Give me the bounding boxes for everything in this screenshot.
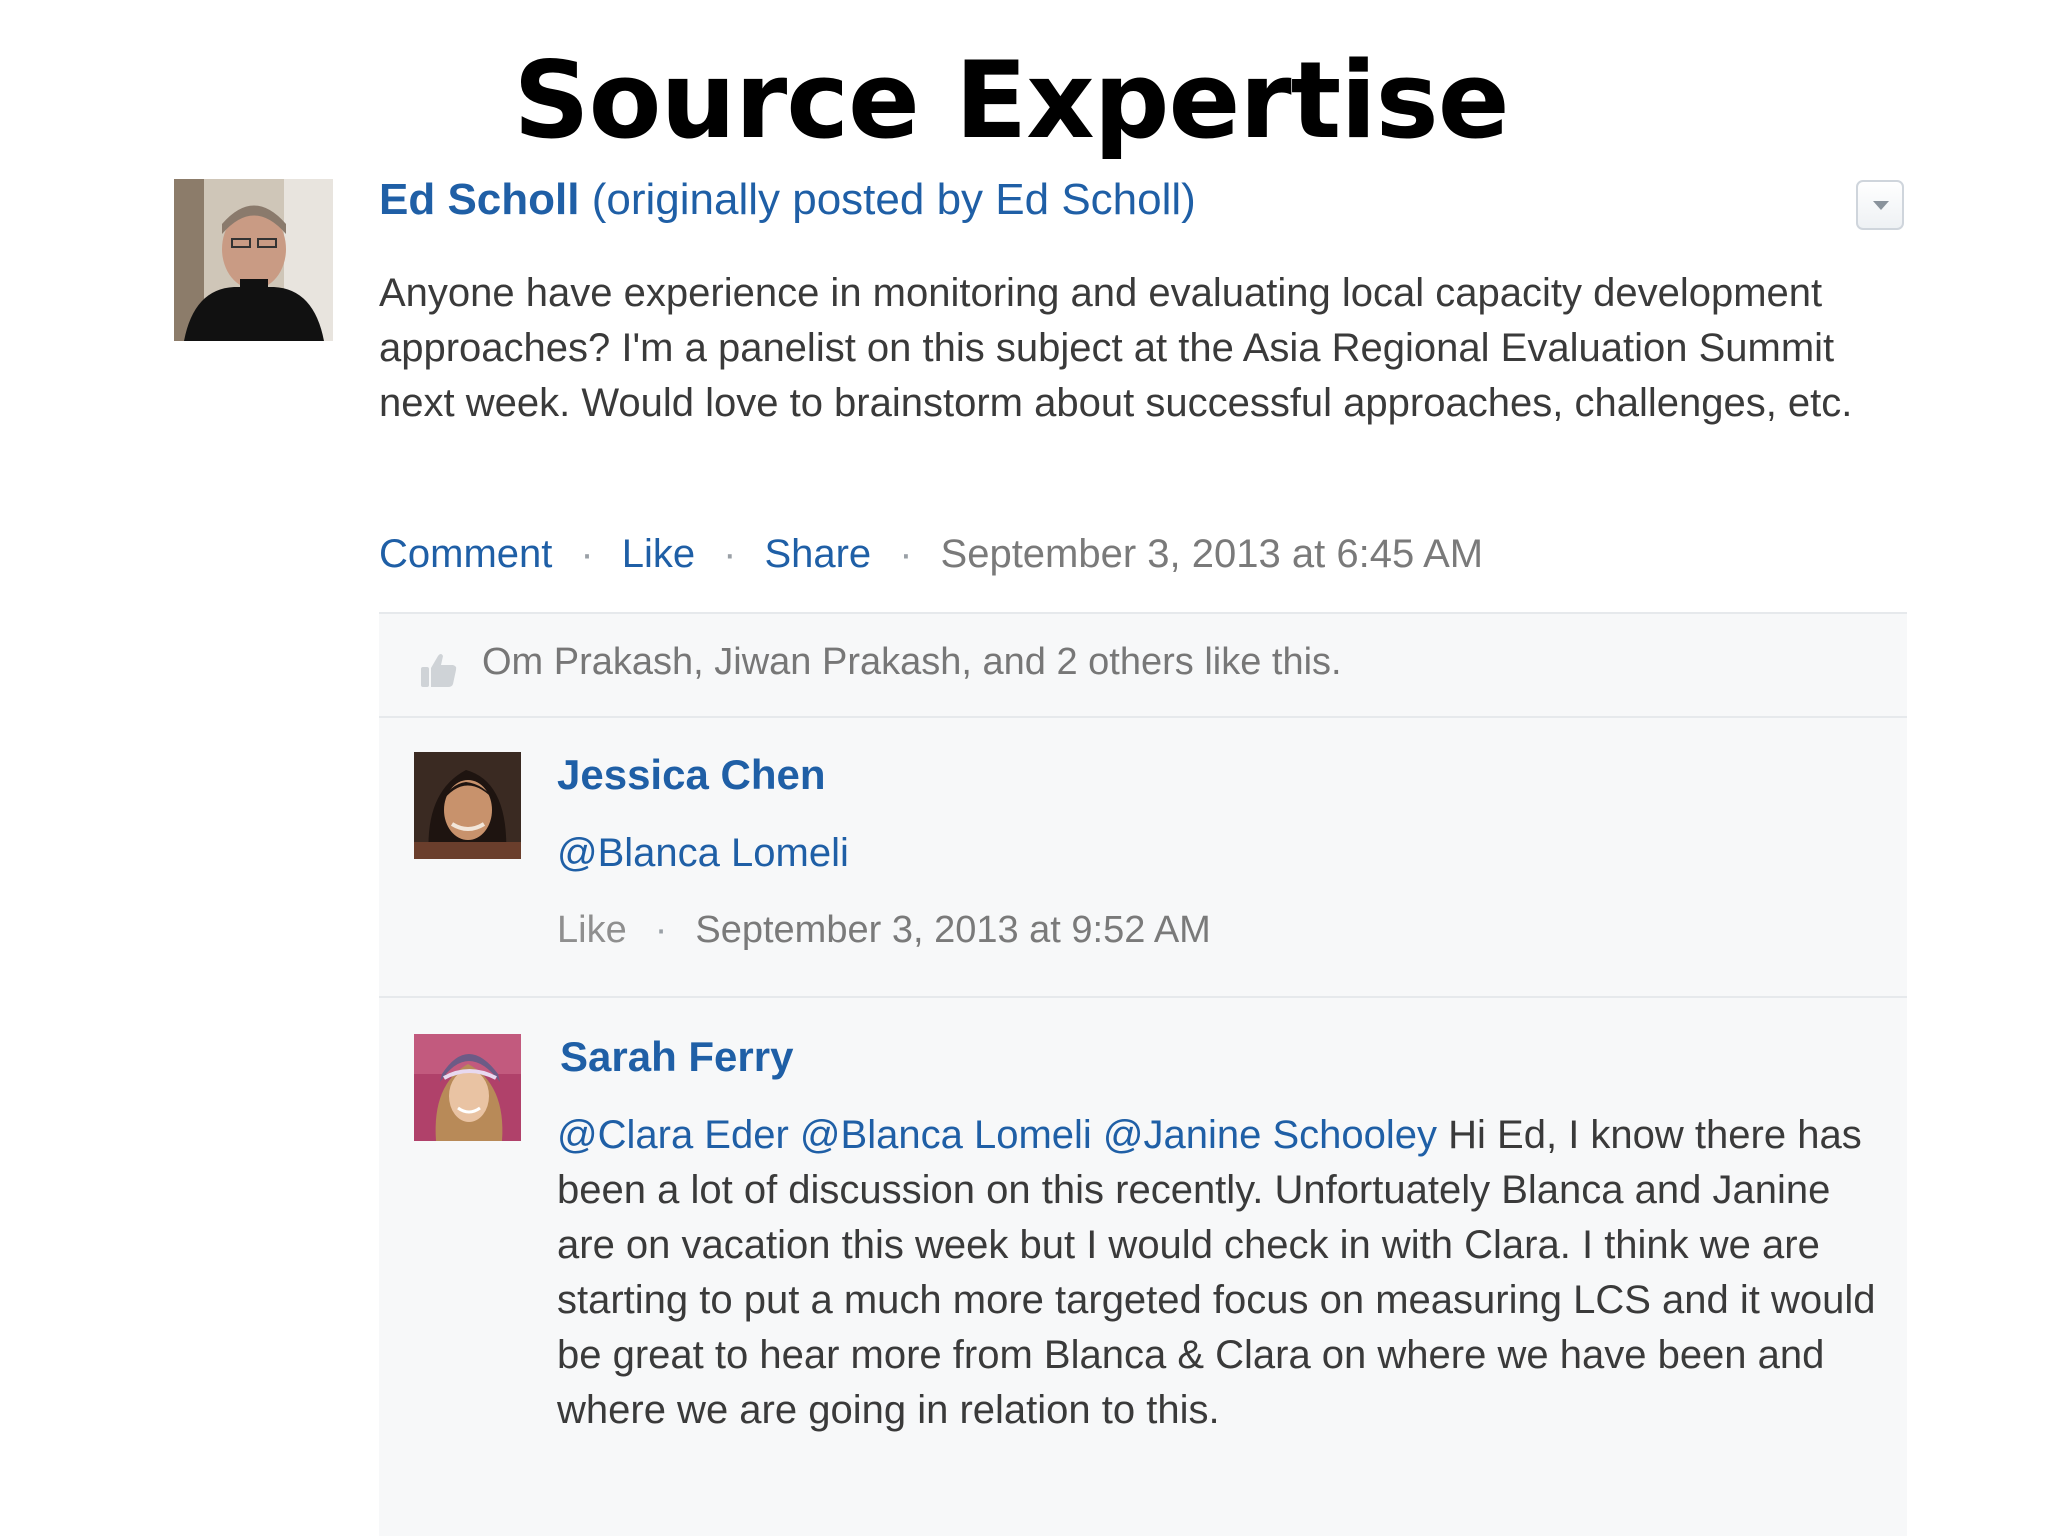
chevron-down-icon	[1873, 201, 1889, 210]
post-actions: Comment · Like · Share · September 3, 2013 at …	[379, 528, 1483, 580]
mention-link[interactable]: @Blanca Lomeli	[800, 1113, 1092, 1157]
slide-title: Source Expertise	[513, 39, 1509, 162]
comment-text: @Clara Eder @Blanca Lomeli @Janine Schoo…	[557, 1108, 1887, 1438]
post-author-link[interactable]: Ed Scholl	[379, 175, 579, 224]
mention-link[interactable]: @Janine Schooley	[1103, 1113, 1437, 1157]
separator: ·	[723, 532, 737, 576]
avatar-photo	[414, 752, 521, 859]
slide: Source Expertise Ed Scholl (originally p…	[0, 0, 2048, 1536]
comment-item: Sarah Ferry @Clara Eder @Blanca Lomeli @…	[379, 1000, 1907, 1536]
post-timestamp[interactable]: September 3, 2013 at 6:45 AM	[941, 532, 1484, 576]
separator: ·	[654, 909, 668, 951]
mention-link[interactable]: @Blanca Lomeli	[557, 831, 849, 875]
post-header: Ed Scholl (originally posted by Ed Schol…	[379, 172, 1196, 228]
divider	[379, 996, 1907, 998]
avatar-photo	[414, 1034, 521, 1141]
originally-posted-by-label: originally posted by	[606, 175, 984, 224]
mention-link[interactable]: @Clara Eder	[557, 1113, 789, 1157]
comment-link[interactable]: Comment	[379, 532, 552, 576]
like-link[interactable]: Like	[622, 532, 695, 576]
comment-body: Hi Ed, I know there has been a lot of di…	[557, 1113, 1876, 1432]
comment-author-link[interactable]: Jessica Chen	[557, 748, 826, 802]
jessica-chen-avatar[interactable]	[414, 752, 521, 859]
share-link[interactable]: Share	[764, 532, 871, 576]
sarah-ferry-avatar[interactable]	[414, 1034, 521, 1141]
likes-text[interactable]: Om Prakash, Jiwan Prakash, and 2 others …	[482, 636, 1342, 688]
avatar-photo	[174, 179, 333, 341]
comment-actions: Like · September 3, 2013 at 9:52 AM	[557, 904, 1211, 956]
separator: ·	[899, 532, 913, 576]
separator: ·	[580, 532, 594, 576]
comment-like-link[interactable]: Like	[557, 909, 627, 951]
paren-close: )	[1181, 175, 1196, 224]
comment-author-link[interactable]: Sarah Ferry	[560, 1030, 793, 1084]
comment-timestamp[interactable]: September 3, 2013 at 9:52 AM	[695, 909, 1210, 951]
post-body: Anyone have experience in monitoring and…	[379, 271, 1853, 425]
comment-item: Jessica Chen @Blanca Lomeli Like · Septemb…	[379, 716, 1907, 998]
likes-summary: Om Prakash, Jiwan Prakash, and 2 others …	[379, 614, 1907, 718]
thumbs-up-icon	[421, 654, 457, 687]
post-menu-button[interactable]	[1856, 180, 1904, 230]
original-author-link[interactable]: Ed Scholl	[995, 175, 1181, 224]
paren-open: (	[591, 175, 607, 224]
comments-panel: Om Prakash, Jiwan Prakash, and 2 others …	[379, 612, 1907, 1536]
ed-scholl-avatar[interactable]	[174, 179, 333, 341]
comment-text: @Blanca Lomeli	[557, 826, 1887, 881]
